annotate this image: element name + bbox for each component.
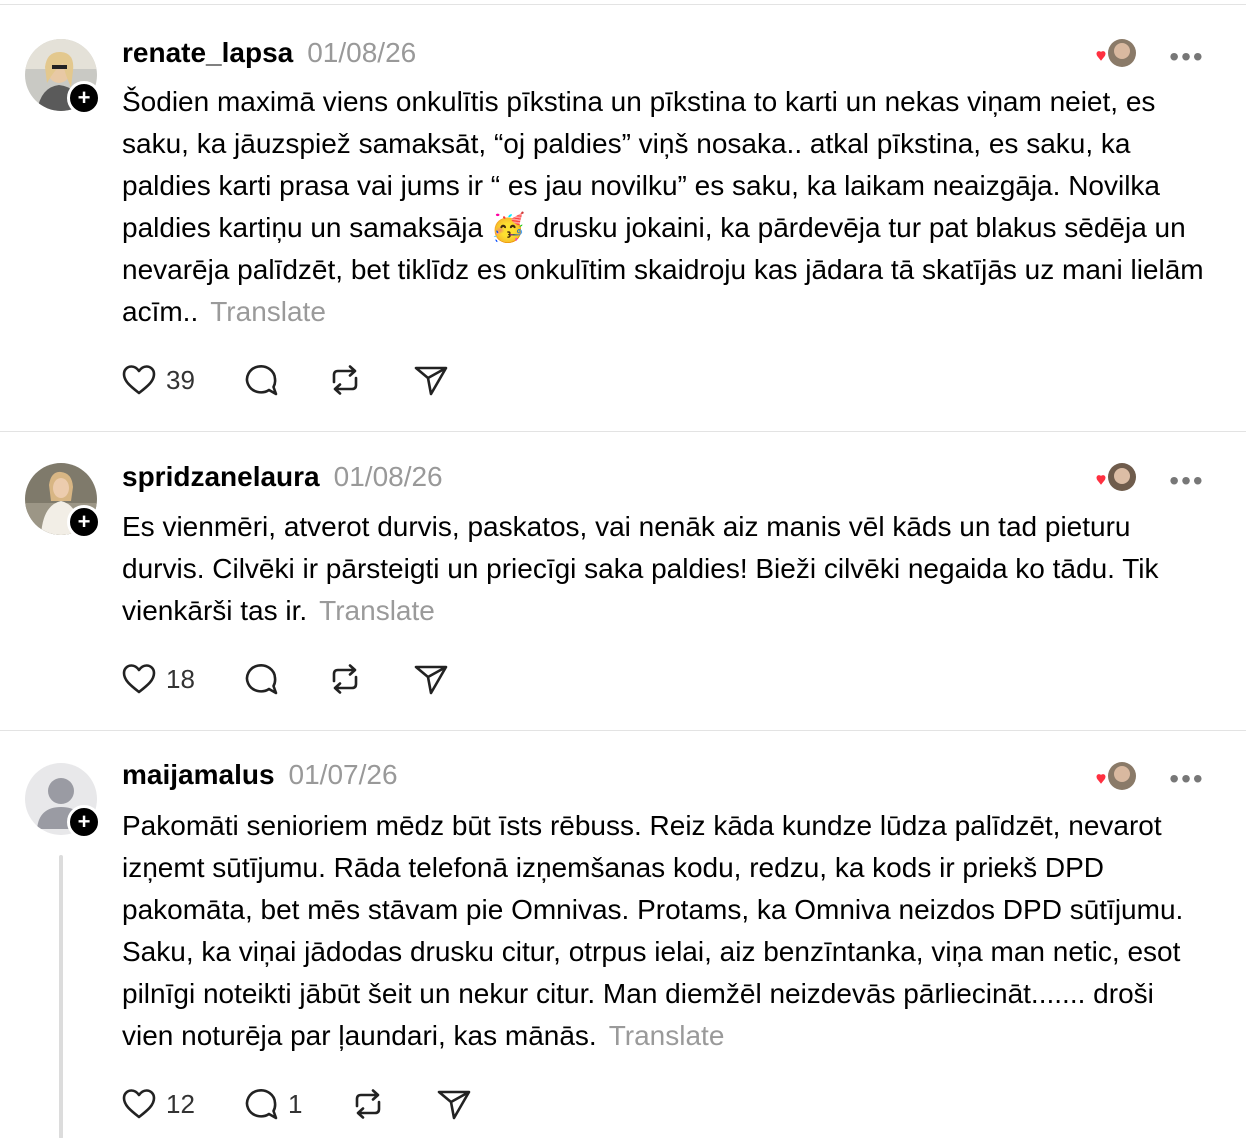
repost-icon	[332, 664, 358, 694]
comment-icon	[245, 664, 278, 695]
translate-link[interactable]: Translate	[319, 595, 435, 626]
post-actions: 39	[120, 358, 448, 402]
follow-plus-icon[interactable]: +	[67, 505, 101, 539]
follow-plus-icon[interactable]: +	[67, 81, 101, 115]
more-options-icon[interactable]: •••	[1164, 461, 1210, 501]
translate-link[interactable]: Translate	[210, 296, 326, 327]
share-icon	[414, 665, 448, 695]
comment-icon	[245, 1089, 278, 1120]
share-button[interactable]	[412, 657, 450, 701]
heart-icon	[122, 365, 156, 395]
post-header: spridzanelaura 01/08/26	[122, 461, 443, 501]
post-body: Pakomāti senioriem mēdz būt īsts rēbuss.…	[122, 810, 1184, 1051]
post: + spridzanelaura 01/08/26 ••• Es vienmēr…	[0, 431, 1246, 730]
post-header: maijamalus 01/07/26	[122, 759, 398, 799]
heart-icon	[122, 664, 156, 694]
repost-icon	[332, 365, 358, 395]
reply-button[interactable]	[242, 358, 280, 402]
like-count: 18	[166, 663, 195, 694]
post-actions: 18	[120, 657, 448, 701]
share-button[interactable]	[412, 358, 450, 402]
avatar[interactable]: +	[25, 39, 101, 115]
more-options-icon[interactable]: •••	[1164, 759, 1210, 799]
comment-icon	[245, 365, 278, 396]
post-date[interactable]: 01/07/26	[289, 759, 398, 791]
reply-button[interactable]	[242, 657, 280, 701]
post-body: Es vienmēri, atverot durvis, paskatos, v…	[122, 511, 1159, 626]
post-body: Šodien maximā viens onkulītis pīkstina u…	[122, 86, 1204, 327]
repost-button[interactable]	[326, 358, 364, 402]
share-icon	[414, 366, 448, 396]
share-icon	[437, 1090, 471, 1120]
translate-link[interactable]: Translate	[609, 1020, 725, 1051]
username[interactable]: spridzanelaura	[122, 461, 320, 493]
like-count: 39	[166, 364, 195, 395]
follow-plus-icon[interactable]: +	[67, 805, 101, 839]
more-options-icon[interactable]: •••	[1164, 37, 1210, 77]
post-date[interactable]: 01/08/26	[307, 37, 416, 69]
like-button[interactable]: 39	[120, 358, 195, 402]
post: + maijamalus 01/07/26 ••• Pakomāti senio…	[0, 730, 1246, 1138]
repost-icon	[355, 1089, 381, 1119]
avatar[interactable]: +	[25, 763, 101, 839]
post-text: Pakomāti senioriem mēdz būt īsts rēbuss.…	[122, 805, 1212, 1057]
like-button[interactable]: 18	[120, 657, 195, 701]
thread-line	[59, 855, 63, 1138]
share-button[interactable]	[435, 1082, 473, 1126]
like-count: 12	[166, 1088, 195, 1119]
liked-by-avatar-icon[interactable]	[1092, 35, 1138, 75]
liked-by-avatar-icon[interactable]	[1092, 459, 1138, 499]
post-actions: 12 1	[120, 1082, 471, 1126]
post-date[interactable]: 01/08/26	[334, 461, 443, 493]
repost-button[interactable]	[349, 1082, 387, 1126]
reply-count: 1	[288, 1088, 303, 1119]
like-button[interactable]: 12	[120, 1082, 195, 1126]
post-header: renate_lapsa 01/08/26	[122, 37, 416, 77]
username[interactable]: renate_lapsa	[122, 37, 293, 69]
post-text: Šodien maximā viens onkulītis pīkstina u…	[122, 81, 1212, 333]
repost-button[interactable]	[326, 657, 364, 701]
reply-button[interactable]: 1	[242, 1082, 302, 1126]
post-text: Es vienmēri, atverot durvis, paskatos, v…	[122, 506, 1212, 632]
liked-by-avatar-icon[interactable]	[1092, 758, 1138, 798]
username[interactable]: maijamalus	[122, 759, 275, 791]
heart-icon	[122, 1089, 156, 1119]
avatar[interactable]: +	[25, 463, 101, 539]
post: + renate_lapsa 01/08/26 ••• Šodien maxim…	[0, 4, 1246, 431]
